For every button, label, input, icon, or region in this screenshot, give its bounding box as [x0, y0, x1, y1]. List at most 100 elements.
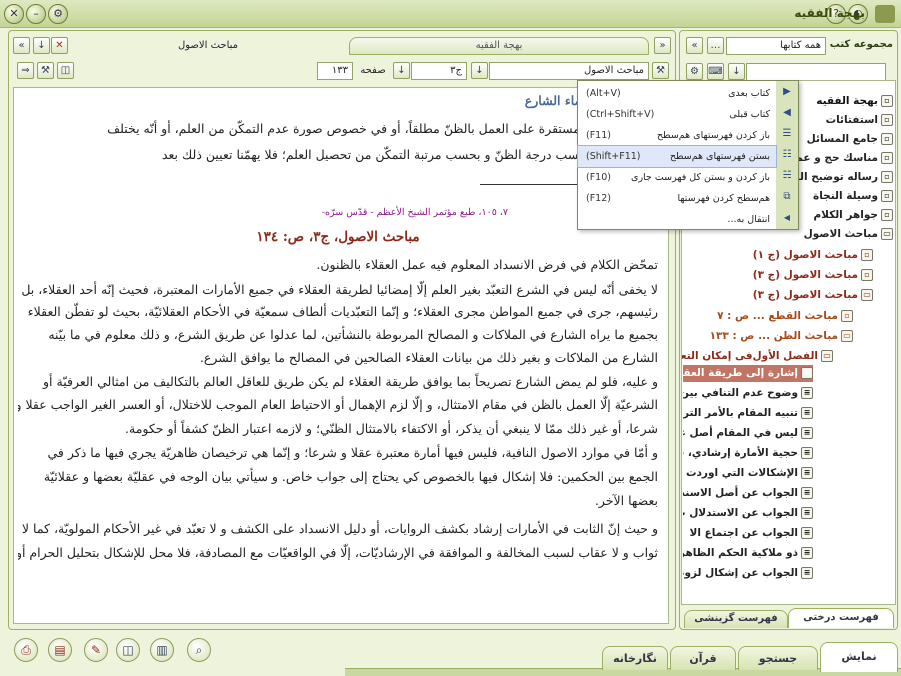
page-icon: ≡ [801, 527, 813, 539]
tree-item[interactable]: ≡الجواب عن أصل الاسند [683, 485, 813, 502]
menu-item-prev-book[interactable]: كتاب قبلى (Ctrl+Shift+V) [578, 104, 776, 125]
book-title-label: مباحث الاصول [177, 40, 238, 51]
nav-down-icon[interactable]: ↓ [33, 37, 50, 54]
tree-item[interactable]: ≡وضوح عدم التنافي بين [683, 385, 813, 402]
export-icon[interactable]: ▤ [48, 638, 72, 662]
tree-item[interactable]: ▭مباحث الاصول [804, 226, 893, 243]
app-title: بهجة الفقيه [794, 6, 865, 20]
tree-item[interactable]: ▭مباحث الظن ... ص : ١٣٣ [710, 328, 853, 345]
title-input[interactable]: مباحث الاصول [489, 62, 649, 80]
volume-input[interactable]: ج٣ [411, 62, 467, 80]
book-icon: ▫ [881, 133, 893, 145]
tree-item[interactable]: ≡حجية الأمارة إرشادي، ف [683, 445, 813, 462]
doc-line: العقلاء هل هي مستقرة على العمل بالظنّ مط… [107, 121, 658, 136]
tree-item[interactable]: ≡الجواب عن اجتماع الا [683, 525, 813, 542]
tree-item[interactable]: ≡الجواب عن إشكال لزوم [683, 565, 813, 582]
doc-line: ي الاهتمام و بحسب درجة الظنّ و بحسب مرتب… [161, 147, 658, 162]
doc-line: بعضها الآخر. [594, 493, 658, 508]
menu-item-expand-level[interactable]: باز كردن فهرستهاى هم‌سطح (F11) [578, 125, 776, 146]
book-icon: ▫ [881, 209, 893, 221]
page-icon: ≡ [801, 447, 813, 459]
page-icon: ≡ [801, 507, 813, 519]
doc-line: ثواب و لا عقاب لسبب المخالفة و الموافقة … [18, 545, 658, 560]
open-book-icon: ▭ [821, 350, 833, 362]
tools-icon[interactable]: ⚒ [37, 62, 54, 79]
page-icon: ≡ [801, 367, 813, 379]
tree-item[interactable]: ≡ليس في المقام أصل عم [683, 425, 813, 442]
context-menu: ▶ ◀ ☰ ☷ ☵ ⧉ ◀ كتاب بعدى (Alt+V) كتاب قبلى… [577, 80, 799, 230]
panel-back-icon[interactable]: « [686, 37, 703, 54]
tree-item[interactable]: ≡الإشكالات التي اوردت ع [683, 465, 813, 482]
tree-search-input[interactable] [746, 63, 886, 81]
keyboard-icon[interactable]: ⌨ [707, 63, 724, 80]
close-book-icon[interactable]: ✕ [51, 37, 68, 54]
panel-expand-icon[interactable]: » [654, 37, 671, 54]
tree-item[interactable]: ▭الفصل الأول‌فى إمكان التعبد [682, 348, 833, 365]
layout-toggle-icon[interactable]: ▥ [150, 638, 174, 662]
page-icon: ≡ [801, 407, 813, 419]
page-down-icon[interactable]: ↓ [393, 62, 410, 79]
title-options-icon[interactable]: ⚒ [652, 62, 669, 79]
menu-item-next-book[interactable]: كتاب بعدى (Alt+V) [578, 83, 776, 104]
tab-quran[interactable]: قرآن [670, 646, 736, 670]
page-icon: ≡ [801, 467, 813, 479]
menu-item-toggle-all[interactable]: باز كردن و بستن كل فهرست جارى (F10) [578, 167, 776, 188]
tree-item[interactable]: ▫استفتائات [826, 112, 893, 129]
app-logo-icon [875, 5, 895, 23]
tree-item[interactable]: ▫جامع المسائل [807, 131, 893, 148]
page-icon: ≡ [801, 427, 813, 439]
layout-icon[interactable]: ◫ [57, 62, 74, 79]
menu-item-collapse-level[interactable]: بستن فهرستهاى هم‌سطح (Shift+F11) [577, 145, 777, 168]
panel-collapse-icon[interactable]: « [13, 37, 30, 54]
panel-more-icon[interactable]: … [707, 37, 724, 54]
open-book-icon: ▭ [881, 228, 893, 240]
edit-note-icon[interactable]: ✎ [84, 638, 108, 662]
tree-down-icon[interactable]: ↓ [728, 63, 745, 80]
doc-line: الجمع بين الحكمين: فلا إشكال فيها بالخصو… [43, 469, 658, 484]
minimize-window-button[interactable]: – [26, 4, 46, 24]
tab-selective-index[interactable]: فهرست گزينشى [684, 610, 788, 628]
tree-options-icon[interactable]: ⚙ [686, 63, 703, 80]
nav-forward-icon[interactable]: ⇒ [17, 62, 34, 79]
level-align-icon: ⧉ [783, 191, 791, 202]
title-down-icon[interactable]: ↓ [471, 62, 488, 79]
zoom-icon[interactable]: ⌕ [187, 638, 211, 662]
tree-item[interactable]: ≡تنبيه المقام بالأمر الترد [683, 405, 813, 422]
doc-line: لا يخفى أنّه ليس في الشرع التعبّد بغير ا… [21, 282, 658, 297]
tab-tree-index[interactable]: فهرست درختى [788, 608, 894, 628]
section-heading: ـة العقلاء و إمضاء الشارع [524, 93, 658, 108]
doc-line: شرعا، أو غير ذلك ممّا لا ينبغي أن يذكر، … [125, 421, 658, 436]
tree-item[interactable]: ▫بهجة الفقيه [816, 93, 893, 110]
close-window-button[interactable]: ✕ [4, 4, 24, 24]
doc-line: رئيسهم، جرى في جميع المواطن مجرى العقلاء… [27, 304, 658, 319]
page-icon: ≡ [801, 387, 813, 399]
tree-item[interactable]: ≡ذو ملاكية الحكم الظاهر [683, 545, 813, 562]
tab-search[interactable]: جستجو [738, 646, 818, 670]
print-icon[interactable]: ⎙ [14, 638, 38, 662]
collection-select[interactable]: همه كتابها [726, 37, 826, 55]
tree-item-selected[interactable]: ≡إشارة إلى طريقة العقلاء [683, 365, 813, 382]
page-number-input[interactable]: ١٣٣ [317, 62, 353, 80]
menu-item-level-align[interactable]: هم‌سطح كردن فهرستها (F12) [578, 188, 776, 209]
tree-item[interactable]: ▫مباحث القطع ... ص : ٧ [717, 308, 853, 325]
tree-item[interactable]: ▫مباحث الاصول (ج ١) [753, 247, 873, 264]
page-icon: ≡ [801, 547, 813, 559]
tree-item[interactable]: ▫وسيلة النجاة [813, 188, 893, 205]
open-book-icon: ▭ [861, 289, 873, 301]
tab-display[interactable]: نمايش [820, 642, 898, 672]
split-view-icon[interactable]: ◫ [116, 638, 140, 662]
menu-item-go-to[interactable]: انتقال به... [578, 209, 776, 230]
tree-item[interactable]: ▫مناسك حج و عمره [784, 150, 893, 167]
tab-gallery[interactable]: نگارخانه [602, 646, 668, 670]
doc-line: بجميع ما يراه الشارع في الملاكات و المصا… [48, 327, 658, 342]
tree-item[interactable]: ≡الجواب عن الاستدلال ب [683, 505, 813, 522]
title-bar: ✕ – ⚙ ? ◐ بهجة الفقيه [0, 0, 901, 28]
tree-item[interactable]: ▫جواهر الكلام [813, 207, 893, 224]
tree-item[interactable]: ▫مباحث الاصول (ج ٣) [753, 267, 873, 284]
doc-line: و أمّا في موارد الاصول النافية، فليس فيه… [47, 445, 658, 460]
tree-item[interactable]: ▭مباحث الاصول (ج ٣) [753, 287, 873, 304]
settings-gear-button[interactable]: ⚙ [48, 4, 68, 24]
book-tab[interactable]: بهجة الفقيه [349, 37, 649, 55]
collection-label: مجموعه كتب [829, 39, 893, 50]
page-label: صفحه [360, 65, 386, 76]
